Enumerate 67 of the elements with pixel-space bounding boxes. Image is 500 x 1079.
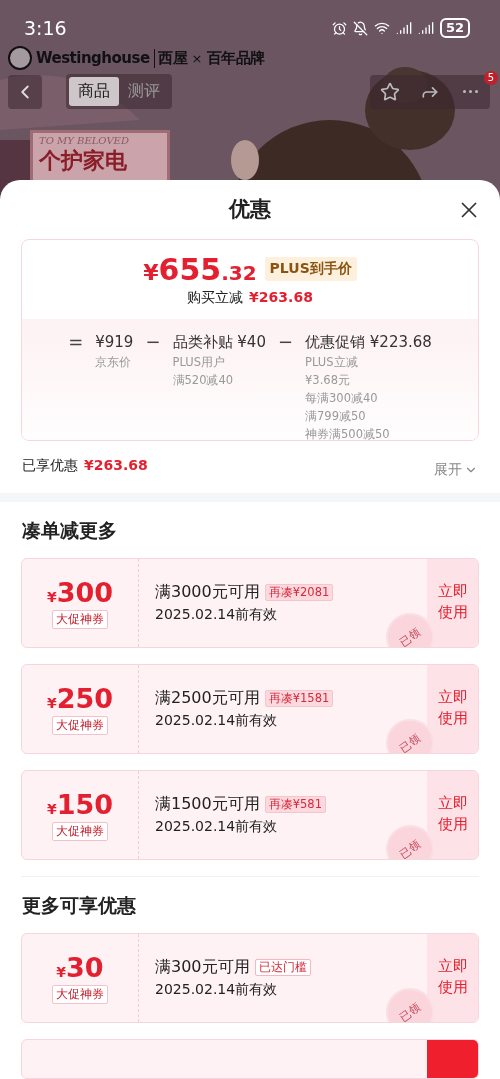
use-now-button[interactable]: 立即使用 — [427, 665, 478, 753]
coupon-condition: 满3000元可用 — [155, 582, 260, 603]
term-amount: ¥919 — [95, 331, 134, 353]
term-note: 京东价 — [95, 353, 133, 371]
price-tag: PLUS到手价 — [264, 257, 357, 282]
tab[interactable]: 测评 — [119, 77, 169, 106]
cross-sign: × — [191, 50, 203, 66]
mute-icon — [352, 20, 368, 36]
coupon-condition: 满2500元可用 — [155, 688, 260, 709]
alarm-icon — [331, 20, 347, 36]
enjoyed-amount: ¥263.68 — [84, 456, 148, 475]
section-title: 凑单减更多 — [21, 518, 118, 543]
coupon-type-label: 大促神券 — [52, 985, 108, 1004]
expand-button[interactable]: 展开 — [434, 460, 478, 479]
signal-icon — [395, 20, 412, 36]
term-note: 满520减40 — [172, 371, 235, 389]
term-note: PLUS用户 — [172, 353, 226, 371]
coupon-validity: 2025.02.14前有效 — [155, 818, 279, 836]
brand-slogan: 百年品牌 — [206, 48, 265, 68]
final-price: ¥655.32 — [143, 251, 257, 287]
operator: − — [277, 330, 294, 354]
use-now-button[interactable]: 立即使用 — [427, 771, 478, 859]
coupon-validity: 2025.02.14前有效 — [155, 606, 279, 624]
coupon-type-label: 大促神券 — [52, 716, 108, 735]
term-note: 每满300减40 — [305, 389, 379, 407]
coupon-tag: 再凑¥581 — [264, 796, 326, 813]
term-note: ¥3.68元 — [305, 371, 351, 389]
star-icon — [380, 81, 400, 102]
saving-amount: ¥263.68 — [249, 288, 313, 305]
term-note: PLUS立减 — [305, 353, 359, 371]
poster-caption: TO MY BELOVED — [39, 135, 130, 146]
signal-icon — [417, 20, 434, 36]
term-note: 神券满500减50 — [305, 425, 391, 440]
use-now-button[interactable]: 立即使用 — [427, 934, 478, 1022]
coupon-amount: ¥150 — [46, 789, 114, 820]
wifi-icon — [373, 20, 390, 36]
coupon-type-label: 大促神券 — [52, 822, 108, 841]
operator: = — [68, 330, 84, 354]
saving-label: 购买立减 — [187, 288, 244, 307]
coupon-condition: 满300元可用 — [155, 957, 250, 978]
coupon-validity: 2025.02.14前有效 — [155, 981, 279, 999]
tab[interactable]: 商品 — [69, 77, 119, 106]
back-button[interactable] — [8, 74, 42, 109]
more-icon — [462, 90, 478, 93]
term-amount: 品类补贴 ¥40 — [172, 331, 266, 353]
coupon-tag: 再凑¥1581 — [264, 690, 334, 707]
use-now-button[interactable]: 立即使用 — [427, 559, 478, 647]
enjoyed-label: 已享优惠 — [22, 456, 78, 475]
status-time: 3:16 — [24, 17, 67, 39]
brand-name: Westinghouse — [36, 49, 150, 67]
term-note: 满799减50 — [305, 407, 367, 425]
coupon-condition: 满1500元可用 — [155, 794, 260, 815]
brand-logo-icon — [8, 46, 32, 70]
battery-indicator: 52 — [439, 18, 470, 38]
coupon-tag: 再凑¥2081 — [264, 584, 334, 601]
coupon-amount: ¥250 — [46, 683, 114, 714]
poster-title: 个护家电 — [39, 147, 128, 175]
coupon-amount: ¥300 — [46, 577, 114, 608]
operator: − — [145, 330, 161, 354]
coupon-tag: 已达门槛 — [254, 959, 311, 976]
coupon-amount: ¥30 — [56, 952, 104, 983]
sheet-title: 优惠 — [229, 196, 271, 224]
coupon-validity: 2025.02.14前有效 — [155, 712, 279, 730]
brand-name-chinese: 西屋 — [153, 48, 188, 68]
section-title: 更多可享优惠 — [21, 893, 137, 918]
term-amount: 优惠促销 ¥223.68 — [305, 331, 432, 353]
coupon-type-label: 大促神券 — [52, 610, 108, 629]
